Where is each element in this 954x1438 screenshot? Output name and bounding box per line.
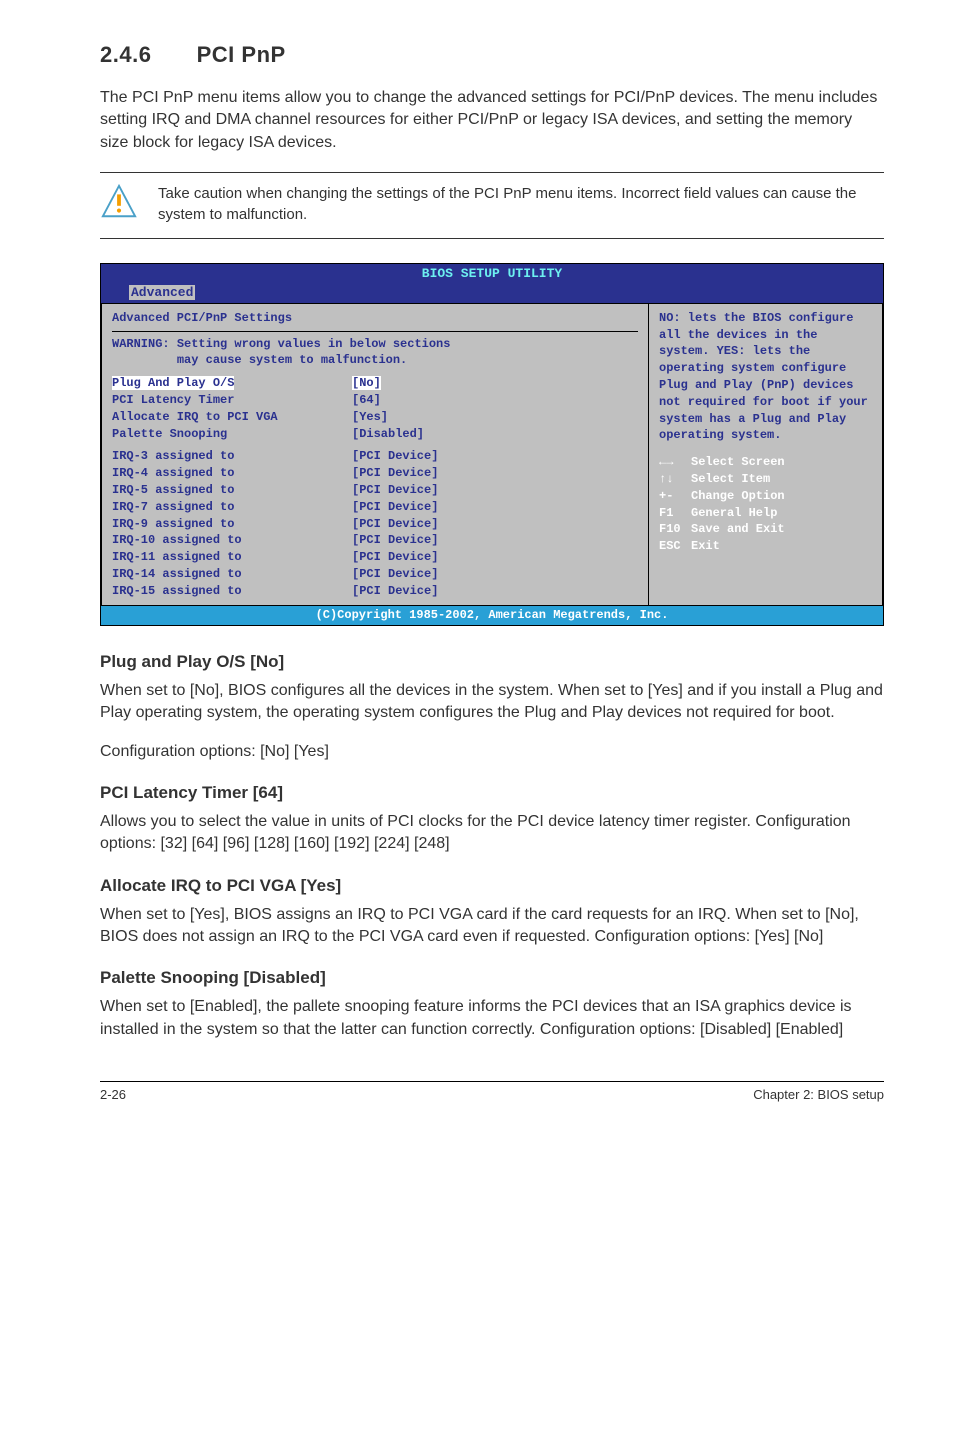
bios-help-text: NO: lets the BIOS configure all the devi…	[659, 310, 872, 444]
subsection-paragraph: Configuration options: [No] [Yes]	[100, 741, 884, 763]
bios-key-desc: Change Option	[691, 489, 785, 503]
bios-irq-value: [PCI Device]	[352, 516, 438, 533]
bios-irq-value: [PCI Device]	[352, 566, 438, 583]
section-number: 2.4.6	[100, 40, 190, 71]
caution-callout: Take caution when changing the settings …	[100, 172, 884, 239]
bios-setting-value: [Yes]	[352, 409, 388, 426]
bios-irq-label: IRQ-15 assigned to	[112, 583, 352, 600]
bios-irq-row[interactable]: IRQ-5 assigned to[PCI Device]	[112, 482, 638, 499]
bios-setting-label: Plug And Play O/S	[112, 376, 234, 390]
bios-irq-label: IRQ-4 assigned to	[112, 465, 352, 482]
bios-irq-value: [PCI Device]	[352, 583, 438, 600]
bios-key-row: ESCExit	[659, 538, 872, 555]
bios-key-row: ↑↓Select Item	[659, 471, 872, 488]
bios-key: ←→	[659, 454, 691, 471]
bios-setting-label: Palette Snooping	[112, 426, 352, 443]
bios-setting-label: PCI Latency Timer	[112, 392, 352, 409]
bios-key-desc: General Help	[691, 506, 777, 520]
bios-warning: WARNING: Setting wrong values in below s…	[112, 336, 638, 370]
bios-irq-value: [PCI Device]	[352, 465, 438, 482]
page-footer: 2-26 Chapter 2: BIOS setup	[100, 1081, 884, 1104]
subsection-paragraph: When set to [Yes], BIOS assigns an IRQ t…	[100, 904, 884, 949]
bios-setting-row[interactable]: Palette Snooping [Disabled]	[112, 426, 638, 443]
bios-irq-label: IRQ-14 assigned to	[112, 566, 352, 583]
bios-key-desc: Select Item	[691, 472, 770, 486]
bios-warning-line2: may cause system to malfunction.	[177, 353, 407, 367]
bios-irq-label: IRQ-11 assigned to	[112, 549, 352, 566]
bios-irq-row[interactable]: IRQ-15 assigned to[PCI Device]	[112, 583, 638, 600]
caution-icon	[100, 183, 138, 228]
bios-left-pane: Advanced PCI/PnP Settings WARNING: Setti…	[101, 303, 648, 607]
bios-key-row: +-Change Option	[659, 488, 872, 505]
caution-text: Take caution when changing the settings …	[158, 183, 884, 225]
bios-irq-value: [PCI Device]	[352, 499, 438, 516]
bios-setting-row[interactable]: Plug And Play O/S [No]	[112, 375, 638, 392]
bios-help-keys: ←→Select Screen ↑↓Select Item +-Change O…	[659, 454, 872, 555]
bios-setting-value: [No]	[352, 376, 381, 390]
section-title: PCI PnP	[197, 42, 286, 67]
bios-setting-value: [64]	[352, 392, 381, 409]
bios-title: BIOS SETUP UTILITY	[101, 264, 883, 283]
page-number: 2-26	[100, 1086, 126, 1104]
bios-irq-label: IRQ-10 assigned to	[112, 532, 352, 549]
bios-setting-row[interactable]: PCI Latency Timer [64]	[112, 392, 638, 409]
bios-footer: (C)Copyright 1985-2002, American Megatre…	[101, 606, 883, 625]
bios-key: ↑↓	[659, 471, 691, 488]
bios-setting-label: Allocate IRQ to PCI VGA	[112, 409, 352, 426]
bios-irq-row[interactable]: IRQ-14 assigned to[PCI Device]	[112, 566, 638, 583]
bios-setting-value: [Disabled]	[352, 426, 424, 443]
subsection-title: Plug and Play O/S [No]	[100, 650, 884, 674]
bios-setting-row[interactable]: Allocate IRQ to PCI VGA [Yes]	[112, 409, 638, 426]
bios-irq-value: [PCI Device]	[352, 448, 438, 465]
bios-irq-row[interactable]: IRQ-11 assigned to[PCI Device]	[112, 549, 638, 566]
bios-window: BIOS SETUP UTILITY Advanced Advanced PCI…	[100, 263, 884, 626]
chapter-label: Chapter 2: BIOS setup	[753, 1086, 884, 1104]
bios-irq-label: IRQ-9 assigned to	[112, 516, 352, 533]
subsection-paragraph: Allows you to select the value in units …	[100, 811, 884, 856]
bios-irq-row[interactable]: IRQ-10 assigned to[PCI Device]	[112, 532, 638, 549]
bios-irq-label: IRQ-3 assigned to	[112, 448, 352, 465]
bios-irq-value: [PCI Device]	[352, 549, 438, 566]
section-heading: 2.4.6 PCI PnP	[100, 40, 884, 71]
bios-irq-label: IRQ-5 assigned to	[112, 482, 352, 499]
bios-key-row: F1General Help	[659, 505, 872, 522]
bios-right-pane: NO: lets the BIOS configure all the devi…	[648, 303, 883, 607]
subsection-title: Allocate IRQ to PCI VGA [Yes]	[100, 874, 884, 898]
bios-key-desc: Save and Exit	[691, 522, 785, 536]
bios-irq-row[interactable]: IRQ-9 assigned to[PCI Device]	[112, 516, 638, 533]
bios-key-desc: Exit	[691, 539, 720, 553]
bios-warning-label: WARNING:	[112, 337, 170, 351]
intro-paragraph: The PCI PnP menu items allow you to chan…	[100, 87, 884, 154]
bios-key: ESC	[659, 538, 691, 555]
bios-irq-row[interactable]: IRQ-3 assigned to[PCI Device]	[112, 448, 638, 465]
bios-irq-value: [PCI Device]	[352, 532, 438, 549]
bios-irq-row[interactable]: IRQ-7 assigned to[PCI Device]	[112, 499, 638, 516]
bios-tabbar: Advanced	[101, 284, 883, 303]
bios-divider	[112, 331, 638, 332]
bios-key: F1	[659, 505, 691, 522]
bios-warning-line1: Setting wrong values in below sections	[177, 337, 451, 351]
bios-irq-label: IRQ-7 assigned to	[112, 499, 352, 516]
bios-key: +-	[659, 488, 691, 505]
bios-key-desc: Select Screen	[691, 455, 785, 469]
subsection-paragraph: When set to [No], BIOS configures all th…	[100, 680, 884, 725]
bios-active-tab: Advanced	[129, 285, 195, 300]
subsection-paragraph: When set to [Enabled], the pallete snoop…	[100, 996, 884, 1041]
subsection-title: Palette Snooping [Disabled]	[100, 966, 884, 990]
subsection-title: PCI Latency Timer [64]	[100, 781, 884, 805]
bios-key-row: F10Save and Exit	[659, 521, 872, 538]
bios-irq-row[interactable]: IRQ-4 assigned to[PCI Device]	[112, 465, 638, 482]
bios-irq-value: [PCI Device]	[352, 482, 438, 499]
bios-pane-heading: Advanced PCI/PnP Settings	[112, 310, 638, 327]
bios-key-row: ←→Select Screen	[659, 454, 872, 471]
bios-key: F10	[659, 521, 691, 538]
